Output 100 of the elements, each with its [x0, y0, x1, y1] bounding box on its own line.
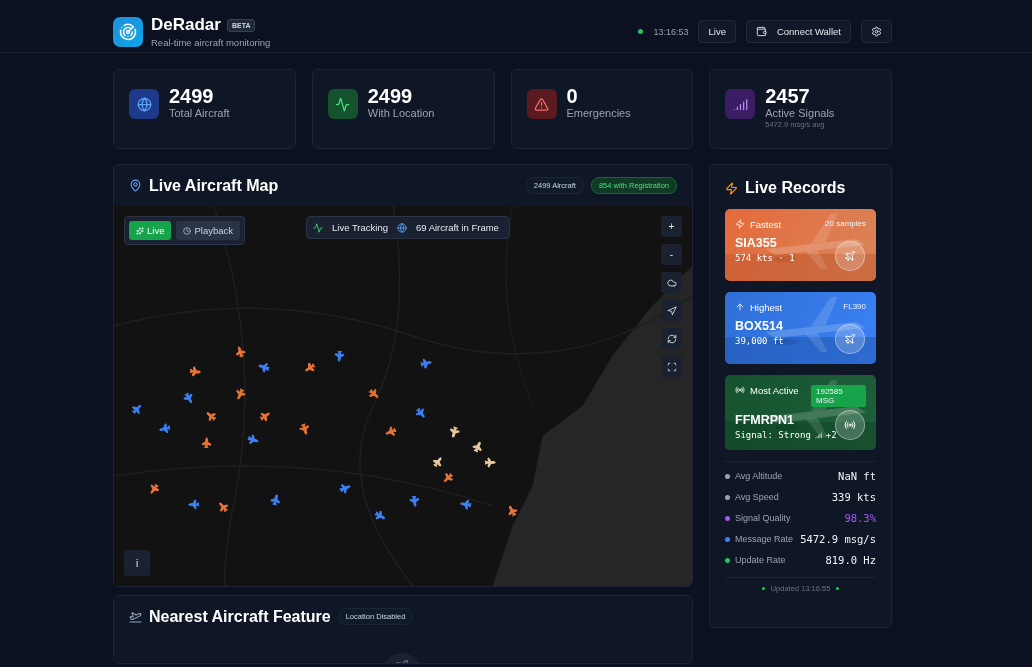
radar-logo-icon [113, 16, 143, 47]
aircraft-marker-icon[interactable] [131, 403, 143, 415]
panel-title: Nearest Aircraft Feature [149, 607, 331, 626]
metric-value: NaN ft [838, 470, 876, 482]
record-label: Fastest [750, 219, 782, 230]
stat-label: Total Aircraft [169, 107, 230, 119]
panel-title: Live Records [745, 179, 846, 197]
fullscreen-icon [666, 361, 677, 372]
sparkle-icon [136, 226, 144, 235]
settings-button[interactable] [861, 20, 892, 43]
plane-icon [129, 610, 142, 623]
aircraft-marker-icon[interactable] [447, 424, 463, 440]
settings-icon [871, 26, 882, 37]
fastest-record-icon [735, 219, 745, 229]
aircraft-marker-icon[interactable] [182, 390, 196, 405]
metric-label: Avg Altitude [735, 471, 783, 481]
record-extra: +2 [825, 430, 837, 440]
navigation-button[interactable] [661, 300, 682, 321]
record-tag: 192585 MSG [811, 385, 866, 407]
clock-icon [183, 226, 192, 235]
aircraft-marker-icon[interactable] [297, 420, 312, 436]
metric-value: 339 kts [831, 491, 876, 503]
stat-value: 2499 [169, 85, 215, 107]
record-detail: 39,000 ft [735, 336, 784, 346]
aircraft-marker-icon[interactable] [233, 386, 248, 401]
metric-label: Update Rate [735, 555, 786, 565]
globe-icon [397, 222, 407, 233]
record-card[interactable]: Fastest 20 samples SIA355 574 kts · 1 [725, 209, 876, 281]
aircraft-marker-icon[interactable] [147, 482, 161, 496]
plane-icon [835, 241, 865, 271]
lightning-icon [725, 181, 738, 195]
stat-value: 2457 [765, 85, 811, 107]
pulse-icon [313, 222, 323, 233]
aircraft-in-frame-label: 69 Aircraft in Frame [415, 222, 500, 233]
activity-icon [327, 89, 358, 119]
signal-icon [725, 89, 756, 119]
record-detail: 574 kts · 1 [735, 253, 795, 263]
zoom-in-button[interactable]: + [661, 216, 682, 237]
aircraft-marker-icon[interactable] [367, 388, 380, 400]
clock-time: 13:16:53 [653, 26, 689, 37]
map-pin-icon [129, 179, 142, 192]
aircraft-marker-icon[interactable] [217, 501, 230, 514]
cloud-icon [666, 277, 677, 288]
aircraft-marker-icon[interactable] [245, 432, 260, 447]
record-label: Highest [750, 302, 783, 313]
record-card[interactable]: Most Active 192585 MSG FFMRPN1 Signal: Strong +2 [725, 375, 876, 450]
panel-title: Live Aircraft Map [149, 176, 279, 195]
metric-value: 98.3% [844, 512, 876, 524]
app-subtitle: Real-time aircraft monitoring [151, 37, 271, 48]
aircraft-marker-icon[interactable] [206, 410, 218, 423]
record-tag: FL390 [843, 302, 866, 311]
navigation-icon [666, 305, 677, 316]
status-dot [638, 29, 644, 34]
record-tag: 20 samples [825, 219, 866, 228]
record-callsign: SIA355 [735, 236, 778, 250]
globe-icon [129, 89, 159, 119]
aircraft-marker-icon[interactable] [158, 420, 174, 436]
metric-value: 819.0 Hz [825, 554, 876, 566]
connect-wallet-button[interactable]: Connect Wallet [745, 20, 851, 43]
aircraft-marker-icon[interactable] [470, 440, 485, 455]
plane-icon [835, 324, 865, 354]
live-button[interactable]: Live [698, 20, 736, 43]
fullscreen-button[interactable] [661, 356, 682, 377]
cloud-button[interactable] [661, 272, 682, 293]
signal-icon [814, 431, 822, 439]
radio-icon [835, 410, 865, 440]
stat-label: With Location [367, 107, 435, 119]
metric-value: 5472.9 msg/s [800, 533, 876, 545]
aircraft-marker-icon[interactable] [372, 508, 387, 523]
active-record-icon [735, 385, 745, 395]
stat-value: 2499 [367, 85, 414, 107]
aircraft-marker-icon[interactable] [233, 344, 249, 360]
aircraft-marker-icon[interactable] [256, 360, 272, 375]
zoom-out-button[interactable]: - [661, 244, 682, 265]
record-label: Most Active [750, 385, 799, 396]
aircraft-marker-icon[interactable] [413, 406, 427, 419]
app-title: DeRadar [151, 15, 221, 35]
aircraft-marker-icon[interactable] [303, 360, 317, 374]
record-detail: Signal: Strong [735, 430, 811, 440]
aircraft-marker-icon[interactable] [443, 471, 455, 484]
aircraft-marker-icon[interactable] [431, 456, 444, 469]
metric-label: Avg Speed [735, 492, 779, 502]
mode-tab[interactable]: Playback [176, 221, 240, 240]
wallet-icon [755, 26, 767, 37]
aircraft-marker-icon[interactable] [505, 504, 520, 519]
aircraft-marker-icon[interactable] [406, 492, 422, 508]
aircraft-marker-icon[interactable] [186, 363, 203, 379]
info-button[interactable]: i [124, 550, 150, 576]
refresh-icon [666, 333, 677, 344]
record-callsign: FFMRPN1 [735, 413, 796, 427]
record-card[interactable]: Highest FL390 BOX514 39,000 ft [725, 292, 876, 364]
refresh-button[interactable] [661, 328, 682, 349]
stat-label: Emergencies [566, 107, 631, 119]
stat-label: Active Signals [765, 107, 835, 119]
aircraft-marker-icon[interactable] [257, 410, 271, 424]
record-callsign: BOX514 [735, 319, 784, 333]
live-tracking-label: Live Tracking [331, 222, 389, 233]
highest-record-icon [735, 302, 745, 312]
stat-value: 0 [566, 85, 579, 107]
aircraft-marker-icon[interactable] [337, 481, 353, 497]
